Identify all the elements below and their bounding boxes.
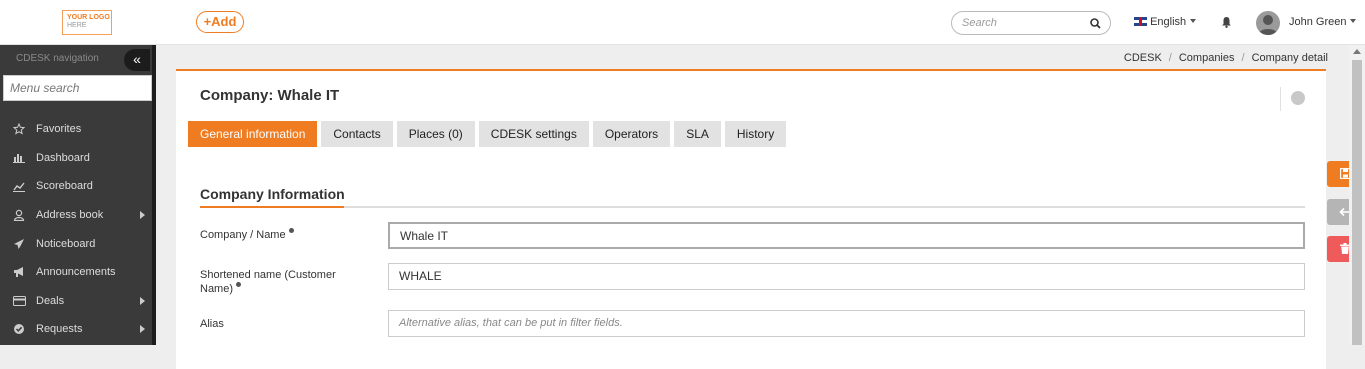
- user-menu[interactable]: John Green: [1289, 16, 1357, 28]
- collapse-sidebar-button[interactable]: «: [124, 49, 150, 71]
- breadcrumb-separator: /: [1241, 52, 1245, 64]
- section-underline: [200, 206, 344, 208]
- sidebar: CDESK navigation « Menu search Favorites…: [0, 45, 155, 345]
- sidebar-item-label: Announcements: [36, 266, 116, 279]
- language-label: English: [1150, 16, 1187, 28]
- paper-plane-icon: [12, 238, 26, 250]
- company-card: Company: Whale IT General information Co…: [176, 69, 1326, 369]
- chevron-right-icon: [140, 325, 145, 334]
- chevron-down-icon: [1190, 19, 1197, 23]
- sidebar-item-label: Dashboard: [36, 151, 90, 164]
- logo-line2: HERE: [67, 22, 87, 29]
- chevron-right-icon: [140, 296, 145, 305]
- avatar[interactable]: [1256, 11, 1280, 35]
- tab-places[interactable]: Places (0): [396, 121, 475, 147]
- top-bar: YOUR LOGO HERE +Add Search English John …: [0, 0, 1365, 45]
- required-indicator: [288, 228, 294, 233]
- sidebar-item-noticeboard[interactable]: Noticeboard: [0, 229, 155, 258]
- uk-flag-icon: [1134, 17, 1147, 26]
- sidebar-item-label: Address book: [36, 209, 104, 222]
- sidebar-item-label: Favorites: [36, 123, 82, 136]
- check-circle-icon: [12, 323, 26, 335]
- breadcrumb-company-detail: Company detail: [1251, 52, 1328, 64]
- tab-cdesk-settings[interactable]: CDESK settings: [478, 121, 589, 147]
- shortened-name-label: Shortened name (Customer Name): [200, 268, 370, 296]
- logo-line1: YOUR LOGO: [67, 14, 110, 21]
- main-content: CDESK / Companies / Company detail Company: …: [156, 45, 1328, 369]
- tab-bar: General information Contacts Places (0) …: [188, 121, 790, 147]
- sidebar-item-announcements[interactable]: Announcements: [0, 258, 155, 287]
- language-selector[interactable]: English: [1134, 16, 1197, 28]
- divider: [1280, 87, 1281, 111]
- page-scrollbar[interactable]: [1349, 45, 1365, 345]
- star-icon: [12, 123, 26, 135]
- sidebar-item-label: Scoreboard: [36, 180, 93, 193]
- alias-label: Alias: [200, 318, 224, 330]
- chevron-down-icon: [1350, 19, 1357, 23]
- breadcrumb: CDESK / Companies / Company detail: [1124, 52, 1328, 64]
- search-input[interactable]: Search: [951, 11, 1111, 35]
- shortened-name-label-text: Shortened name (Customer Name): [200, 269, 336, 295]
- company-name-label: Company / Name: [200, 228, 294, 242]
- tab-contacts[interactable]: Contacts: [321, 121, 393, 147]
- expand-icon[interactable]: [1291, 91, 1305, 105]
- company-name-field[interactable]: Whale IT: [388, 222, 1305, 249]
- sidebar-item-label: Deals: [36, 294, 65, 307]
- user-name: John Green: [1289, 16, 1347, 28]
- breadcrumb-separator: /: [1168, 52, 1172, 64]
- nav-list: Favorites Dashboard Scoreboard Address b…: [0, 115, 155, 344]
- alias-field[interactable]: Alternative alias, that can be put in fi…: [388, 310, 1305, 337]
- section-divider: [200, 206, 1305, 208]
- tab-operators[interactable]: Operators: [592, 121, 671, 147]
- company-logo[interactable]: YOUR LOGO HERE: [62, 10, 112, 35]
- required-indicator: [236, 282, 242, 287]
- scrollbar-thumb[interactable]: [1352, 60, 1362, 345]
- megaphone-icon: [12, 266, 26, 278]
- card-icon: [12, 295, 26, 307]
- add-button[interactable]: +Add: [196, 11, 244, 33]
- search-placeholder: Search: [962, 17, 997, 29]
- tab-history[interactable]: History: [724, 121, 787, 147]
- menu-search-input[interactable]: Menu search: [3, 75, 152, 101]
- sidebar-item-label: Noticeboard: [36, 237, 96, 250]
- shortened-name-field[interactable]: WHALE: [388, 263, 1305, 290]
- sidebar-item-favorites[interactable]: Favorites: [0, 115, 155, 144]
- tab-general-information[interactable]: General information: [188, 121, 318, 147]
- search-icon[interactable]: [1090, 18, 1101, 29]
- chevron-right-icon: [140, 210, 145, 219]
- bell-icon[interactable]: [1221, 16, 1232, 28]
- tab-sla[interactable]: SLA: [674, 121, 721, 147]
- sidebar-item-requests[interactable]: Requests: [0, 315, 155, 344]
- company-name-label-text: Company / Name: [200, 229, 286, 241]
- sidebar-item-deals[interactable]: Deals: [0, 287, 155, 316]
- breadcrumb-companies[interactable]: Companies: [1179, 52, 1235, 64]
- scroll-up-arrow-icon[interactable]: [1353, 49, 1361, 54]
- section-title: Company Information: [200, 186, 345, 202]
- line-chart-icon: [12, 180, 26, 192]
- user-icon: [12, 209, 26, 222]
- bar-chart-icon: [12, 152, 26, 164]
- sidebar-item-dashboard[interactable]: Dashboard: [0, 144, 155, 173]
- page-title: Company: Whale IT: [200, 87, 340, 104]
- sidebar-item-address-book[interactable]: Address book: [0, 201, 155, 230]
- sidebar-item-label: Requests: [36, 323, 83, 336]
- breadcrumb-cdesk[interactable]: CDESK: [1124, 52, 1162, 64]
- sidebar-item-scoreboard[interactable]: Scoreboard: [0, 172, 155, 201]
